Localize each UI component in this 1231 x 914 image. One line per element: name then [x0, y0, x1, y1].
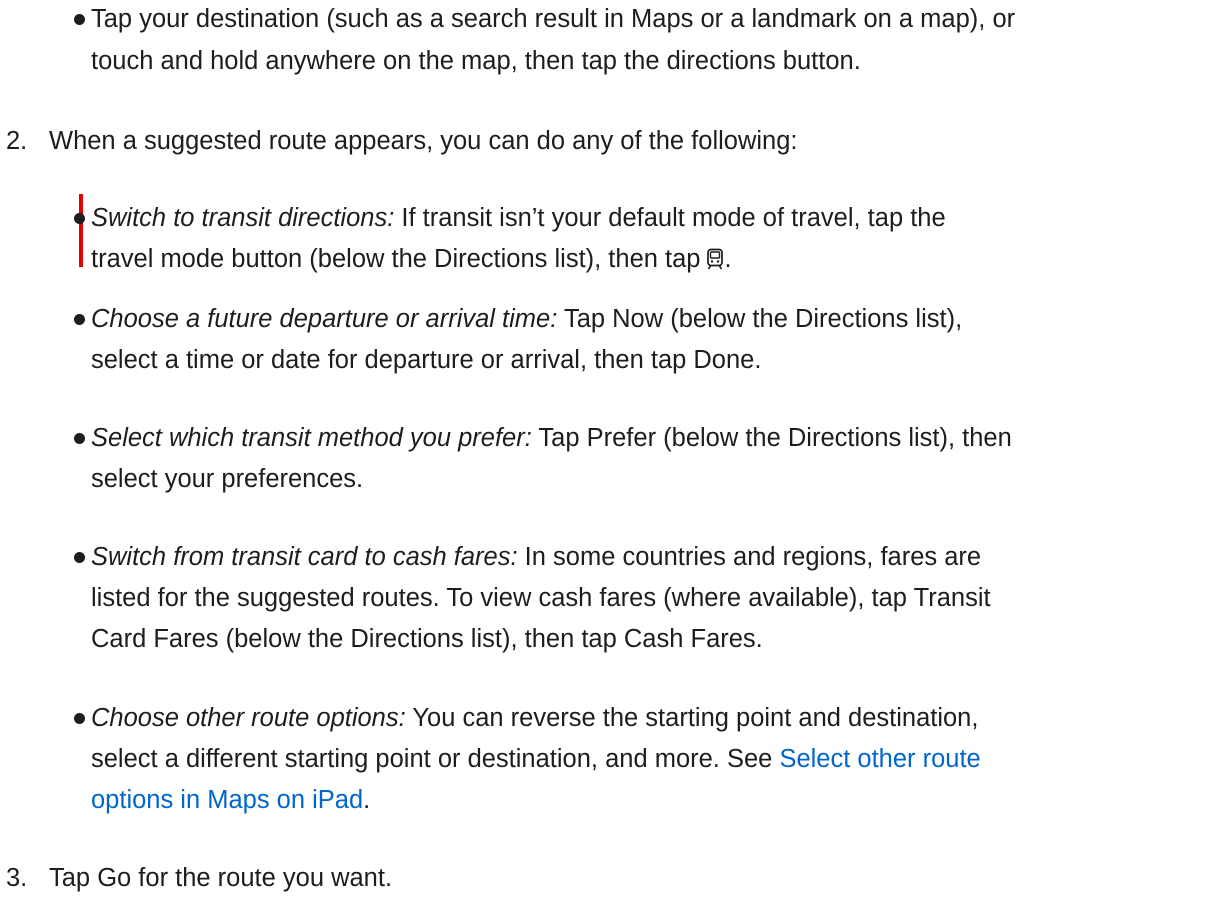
option-text-line: travel mode button (below the Directions… — [91, 245, 701, 273]
option-lead: Choose a future departure or arrival tim… — [91, 305, 558, 333]
bullet — [74, 213, 85, 224]
step-number: 3. — [6, 864, 28, 892]
bullet — [74, 433, 85, 444]
step-text: When a suggested route appears, you can … — [49, 127, 798, 155]
bullet — [74, 552, 85, 563]
option-text-line: You can reverse the starting point and d… — [412, 704, 979, 732]
step-text: Tap Go for the route you want. — [49, 864, 393, 892]
bullet-text-line: Tap your destination (such as a search r… — [91, 5, 1016, 33]
option-text-line: select your preferences. — [91, 465, 364, 493]
option-text-line: select a different starting point or des… — [91, 745, 773, 773]
route-options-link[interactable]: Select other route — [779, 745, 980, 773]
help-article: Tap your destination (such as a search r… — [0, 0, 1231, 914]
bullet — [74, 713, 85, 724]
bullet-text-line: touch and hold anywhere on the map, then… — [91, 47, 861, 75]
option-text-line: If transit isn’t your default mode of tr… — [401, 204, 946, 232]
highlight-marker — [79, 194, 83, 267]
train-icon — [706, 243, 724, 282]
option-lead: Select which transit method you prefer: — [91, 424, 532, 452]
option-text-line: Card Fares (below the Directions list), … — [91, 625, 763, 653]
option-text-line: select a time or date for departure or a… — [91, 346, 762, 374]
option-text-line: Tap Prefer (below the Directions list), … — [538, 424, 1012, 452]
bullet — [74, 314, 85, 325]
route-options-link[interactable]: options in Maps on iPad — [91, 786, 363, 814]
option-lead: Switch to transit directions: — [91, 204, 395, 232]
bullet — [74, 14, 85, 25]
option-text-line: In some countries and regions, fares are — [524, 543, 982, 571]
option-lead: Switch from transit card to cash fares: — [91, 543, 518, 571]
option-lead: Choose other route options: — [91, 704, 406, 732]
step-number: 2. — [6, 127, 28, 155]
option-text-line: Tap Now (below the Directions list), — [563, 305, 963, 333]
option-text-line: listed for the suggested routes. To view… — [91, 584, 991, 612]
